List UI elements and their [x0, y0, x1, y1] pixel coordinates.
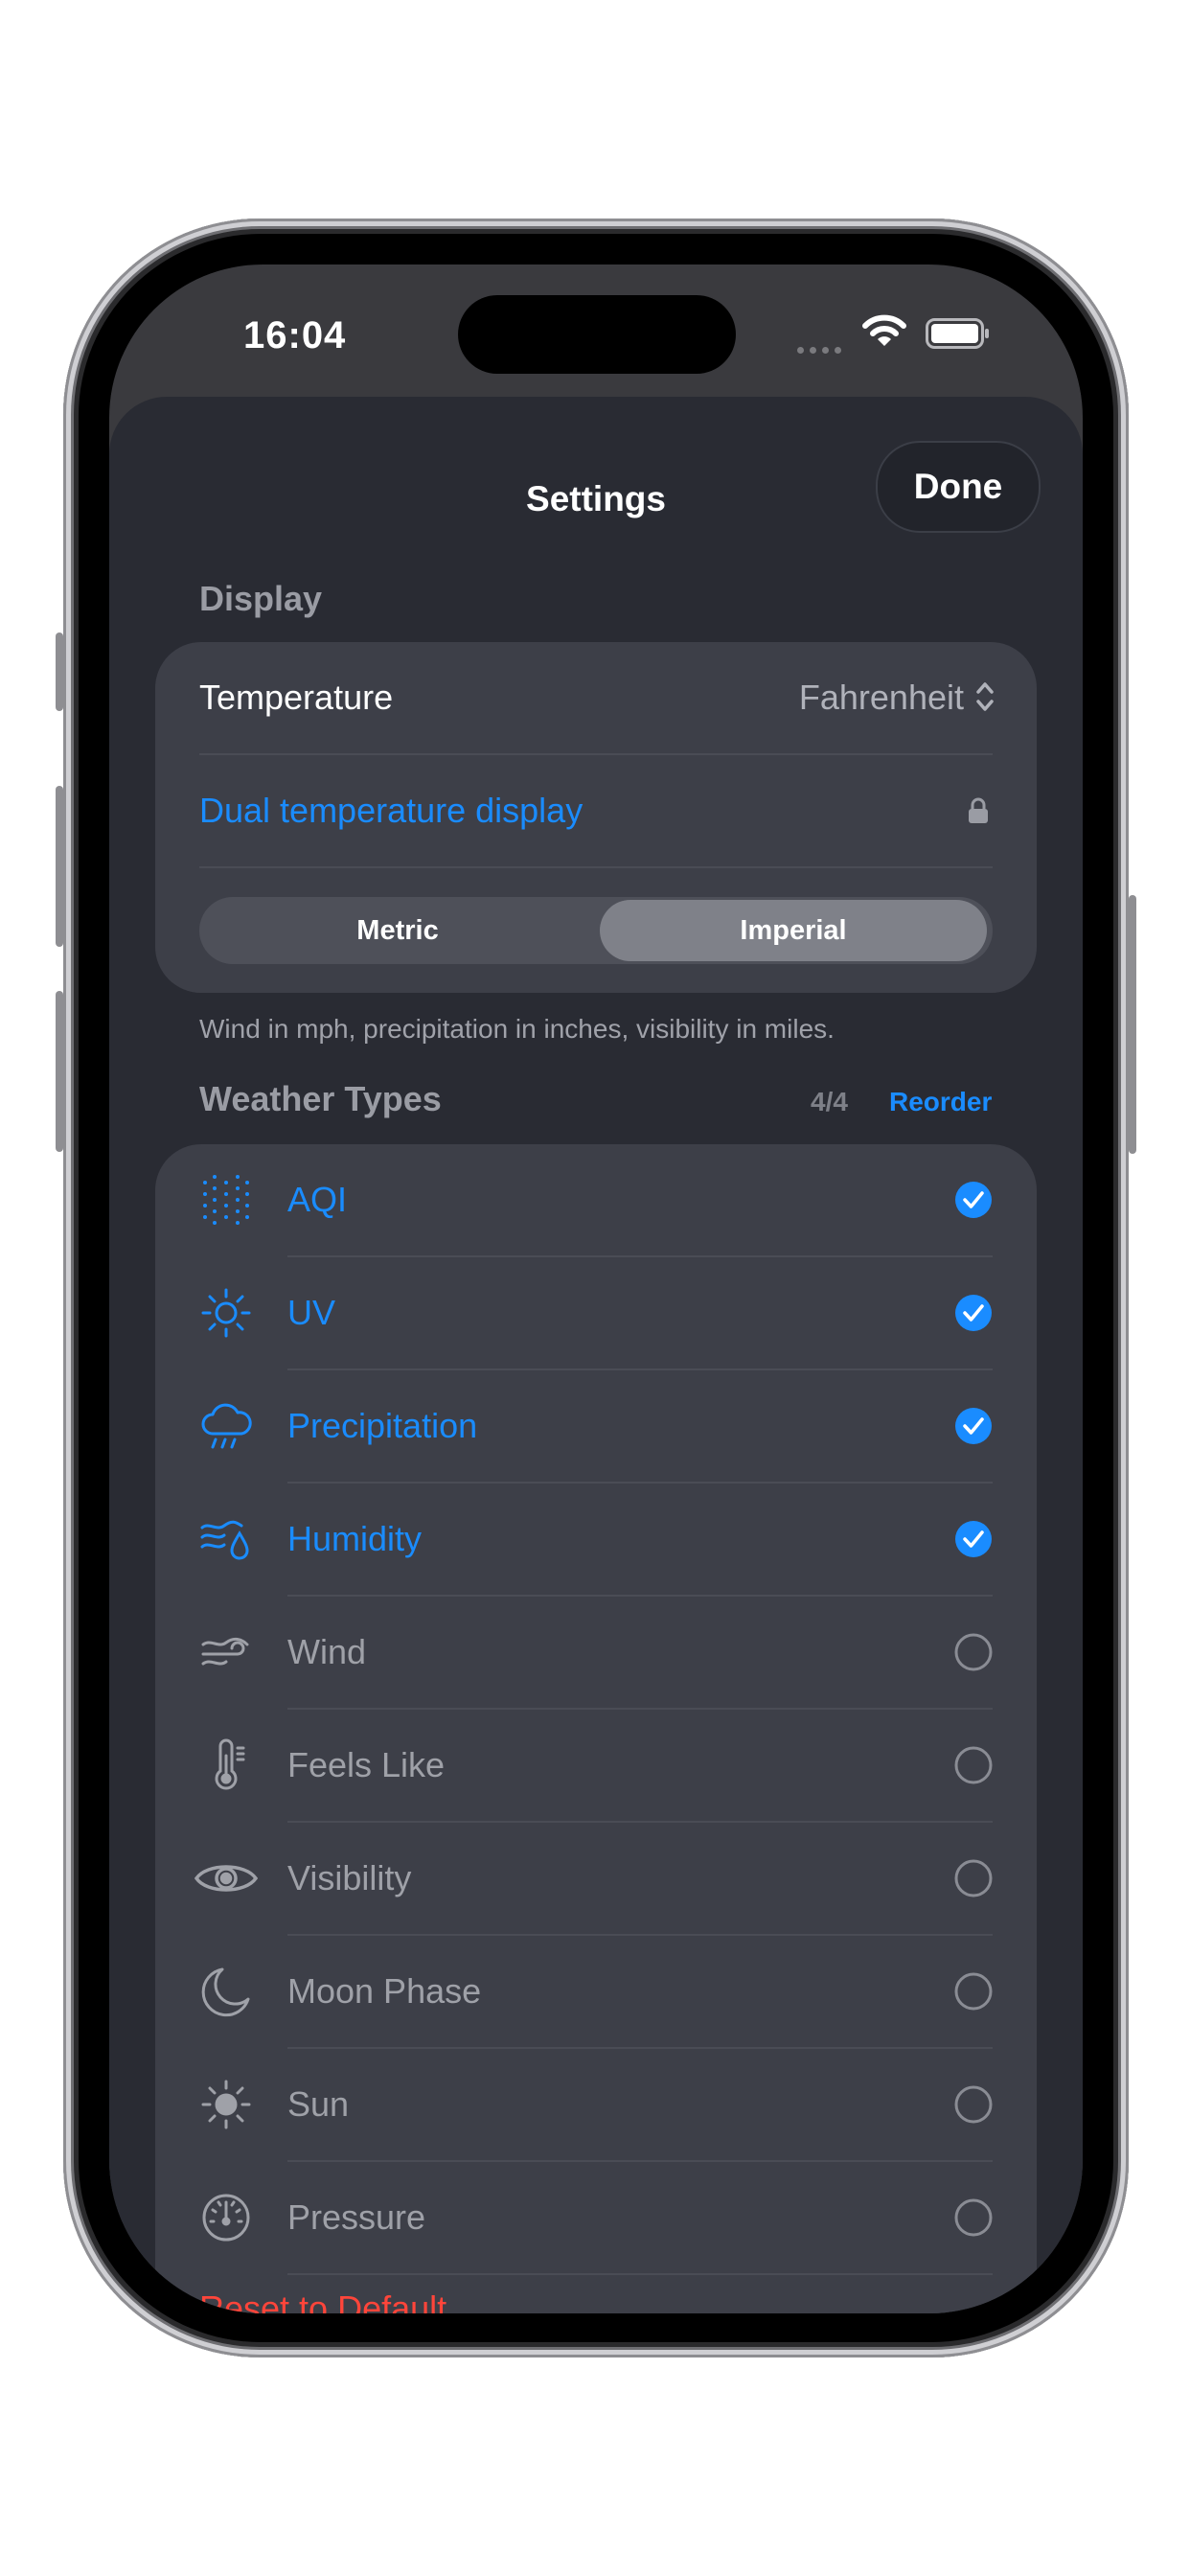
- display-card: Temperature Fahrenheit Dual temperature …: [155, 642, 1037, 993]
- weather-type-label: Moon Phase: [287, 1971, 482, 2011]
- moon-icon: [199, 1965, 253, 2018]
- weather-type-row-sun[interactable]: Sun: [155, 2049, 1037, 2160]
- action-button: [56, 632, 63, 711]
- divider: [287, 2273, 993, 2275]
- units-option-imperial[interactable]: Imperial: [600, 900, 987, 961]
- power-button: [1129, 895, 1136, 1154]
- weather-type-row-visibility[interactable]: Visibility: [155, 1823, 1037, 1934]
- gauge-icon: [199, 2191, 253, 2244]
- weather-type-label: Feels Like: [287, 1745, 446, 1784]
- weather-type-label: Precipitation: [287, 1406, 478, 1445]
- volume-down-button: [56, 991, 63, 1152]
- temperature-label: Temperature: [199, 678, 394, 717]
- settings-sheet: Settings Done Display Temperature Fahren…: [109, 397, 1083, 2313]
- weather-type-label: Pressure: [287, 2197, 426, 2237]
- divider: [199, 866, 993, 868]
- wifi-icon: [862, 314, 906, 354]
- chevron-up-down-icon: [975, 680, 995, 718]
- lock-icon: [968, 797, 989, 829]
- signal-dots-icon: [797, 341, 847, 358]
- empty-circle-icon: [954, 1633, 993, 1671]
- reset-to-default-button[interactable]: Reset to Default: [199, 2288, 446, 2313]
- empty-circle-icon: [954, 2085, 993, 2124]
- sun-icon: [199, 1286, 253, 1340]
- status-time: 16:04: [243, 314, 347, 356]
- done-button[interactable]: Done: [876, 441, 1041, 533]
- weather-type-label: AQI: [287, 1180, 348, 1219]
- weather-type-row-uv[interactable]: UV: [155, 1257, 1037, 1368]
- empty-circle-icon: [954, 1746, 993, 1784]
- units-option-metric[interactable]: Metric: [199, 897, 596, 964]
- volume-up-button: [56, 786, 63, 947]
- units-segmented-control: Metric Imperial: [199, 897, 993, 964]
- weather-type-label: UV: [287, 1293, 336, 1332]
- weather-type-row-pressure[interactable]: Pressure: [155, 2162, 1037, 2273]
- battery-icon: [926, 318, 991, 354]
- weather-type-row-wind[interactable]: Wind: [155, 1597, 1037, 1708]
- thermometer-icon: [199, 1738, 253, 1792]
- aqi-dots-icon: [199, 1173, 253, 1227]
- sun-filled-icon: [199, 2078, 253, 2131]
- empty-circle-icon: [954, 1859, 993, 1898]
- dynamic-island: [458, 295, 736, 374]
- weather-type-label: Wind: [287, 1632, 367, 1671]
- checkmark-circle-icon: [954, 1520, 993, 1558]
- checkmark-circle-icon: [954, 1294, 993, 1332]
- weather-type-label: Sun: [287, 2084, 350, 2124]
- checkmark-circle-icon: [954, 1181, 993, 1219]
- weather-type-row-precipitation[interactable]: Precipitation: [155, 1370, 1037, 1482]
- temperature-value: Fahrenheit: [798, 678, 964, 717]
- weather-types-counter: 4/4: [811, 1087, 848, 1116]
- weather-type-row-humidity[interactable]: Humidity: [155, 1484, 1037, 1595]
- weather-type-label: Humidity: [287, 1519, 423, 1558]
- weather-type-row-moon-phase[interactable]: Moon Phase: [155, 1936, 1037, 2047]
- units-footnote: Wind in mph, precipitation in inches, vi…: [199, 1014, 835, 1044]
- reorder-button[interactable]: Reorder: [889, 1087, 992, 1117]
- eye-icon: [194, 1852, 259, 1905]
- empty-circle-icon: [954, 1972, 993, 2011]
- display-section-label: Display: [199, 579, 323, 618]
- humidity-icon: [199, 1512, 253, 1566]
- wind-icon: [199, 1625, 253, 1679]
- weather-type-row-aqi[interactable]: AQI: [155, 1144, 1037, 1255]
- weather-type-row-feels-like[interactable]: Feels Like: [155, 1710, 1037, 1821]
- weather-types-section-label: Weather Types: [199, 1079, 442, 1118]
- dual-temperature-label: Dual temperature display: [199, 791, 584, 830]
- empty-circle-icon: [954, 2198, 993, 2237]
- phone-screen: 16:04 Settings Done Display Temperature …: [109, 264, 1083, 2313]
- weather-types-card: AQI UV Precipitation Humidity Wind Feels…: [155, 1144, 1037, 2313]
- dual-temperature-row[interactable]: Dual temperature display: [155, 755, 1037, 866]
- cloud-rain-icon: [199, 1399, 253, 1453]
- weather-type-label: Visibility: [287, 1858, 412, 1898]
- temperature-row[interactable]: Temperature Fahrenheit: [155, 642, 1037, 753]
- checkmark-circle-icon: [954, 1407, 993, 1445]
